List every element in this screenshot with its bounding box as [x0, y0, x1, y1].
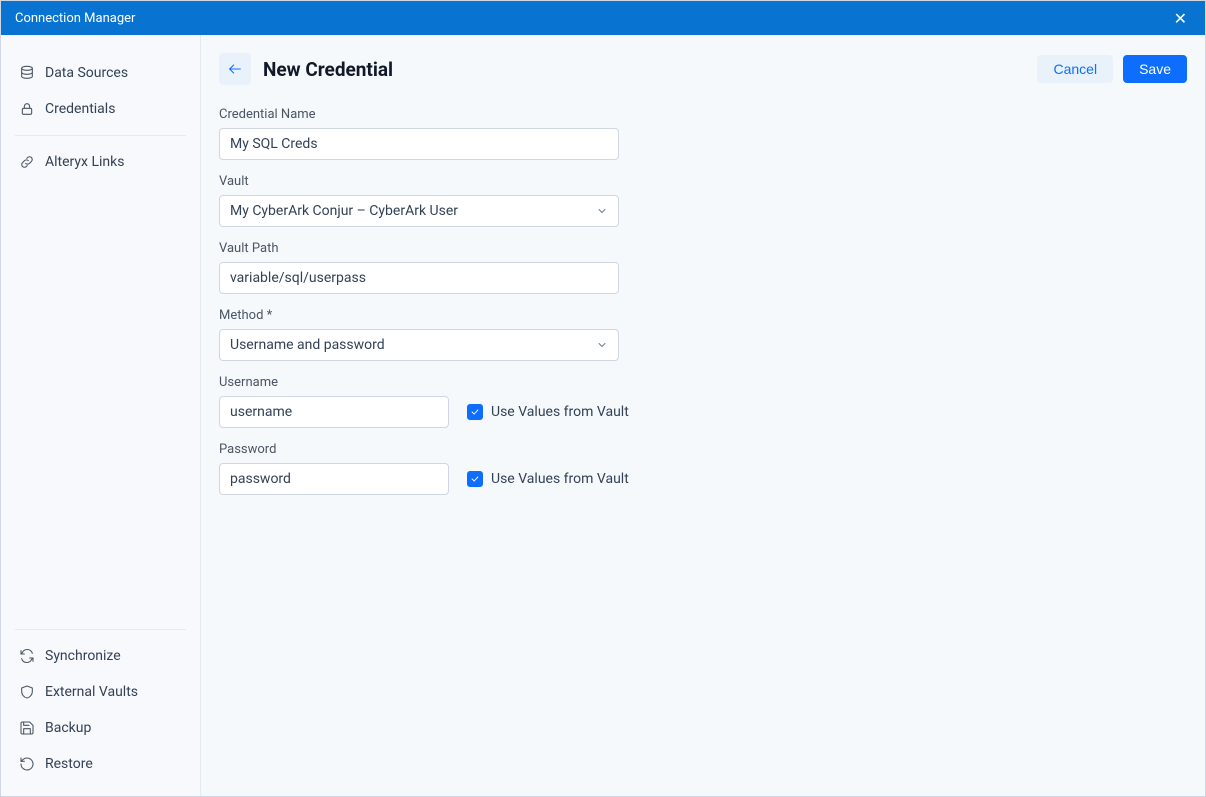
credential-name-label: Credential Name — [219, 107, 839, 122]
field-password: Password Use Values from Vault — [219, 442, 839, 495]
titlebar: Connection Manager ✕ — [1, 1, 1205, 35]
username-input[interactable] — [219, 396, 449, 428]
window-title: Connection Manager — [15, 11, 135, 26]
sidebar-item-label: Synchronize — [45, 648, 121, 664]
sidebar: Data Sources Credentials Alteryx Links S… — [1, 35, 201, 796]
sidebar-item-backup[interactable]: Backup — [1, 710, 200, 746]
shield-icon — [19, 684, 35, 700]
page-title: New Credential — [263, 58, 393, 81]
password-label: Password — [219, 442, 839, 457]
save-icon — [19, 720, 35, 736]
chevron-down-icon — [596, 205, 608, 217]
check-icon — [470, 474, 480, 484]
sidebar-bottom: Synchronize External Vaults Backup Resto… — [1, 621, 200, 796]
credential-form: Credential Name Vault My CyberArk Conjur… — [219, 107, 839, 495]
sync-icon — [19, 648, 35, 664]
vault-select-value: My CyberArk Conjur – CyberArk User — [230, 203, 458, 219]
restore-icon — [19, 756, 35, 772]
method-select[interactable]: Username and password — [219, 329, 619, 361]
lock-icon — [19, 101, 35, 117]
field-username: Username Use Values from Vault — [219, 375, 839, 428]
sidebar-item-label: Backup — [45, 720, 91, 736]
sidebar-top: Data Sources Credentials Alteryx Links — [1, 55, 200, 621]
vault-label: Vault — [219, 174, 839, 189]
link-icon — [19, 154, 35, 170]
main-panel: New Credential Cancel Save Credential Na… — [201, 35, 1205, 796]
header-actions: Cancel Save — [1037, 55, 1187, 83]
method-select-value: Username and password — [230, 337, 385, 353]
window-body: Data Sources Credentials Alteryx Links S… — [1, 35, 1205, 796]
sidebar-item-external-vaults[interactable]: External Vaults — [1, 674, 200, 710]
sidebar-item-synchronize[interactable]: Synchronize — [1, 638, 200, 674]
page-header: New Credential Cancel Save — [219, 53, 1187, 85]
password-row: Use Values from Vault — [219, 463, 839, 495]
username-vault-checkbox[interactable] — [467, 404, 483, 420]
field-vault-path: Vault Path — [219, 241, 839, 294]
sidebar-item-label: Credentials — [45, 101, 115, 117]
password-vault-checkbox-group: Use Values from Vault — [467, 471, 629, 487]
vault-path-input[interactable] — [219, 262, 619, 294]
sidebar-item-credentials[interactable]: Credentials — [1, 91, 200, 127]
sidebar-separator — [15, 629, 186, 630]
database-icon — [19, 65, 35, 81]
password-vault-checkbox[interactable] — [467, 471, 483, 487]
username-label: Username — [219, 375, 839, 390]
credential-name-input[interactable] — [219, 128, 619, 160]
sidebar-item-restore[interactable]: Restore — [1, 746, 200, 782]
window-root: Connection Manager ✕ Data Sources Creden… — [0, 0, 1206, 797]
method-label: Method * — [219, 308, 839, 323]
field-method: Method * Username and password — [219, 308, 839, 361]
sidebar-item-label: Alteryx Links — [45, 154, 124, 170]
username-vault-checkbox-label: Use Values from Vault — [491, 404, 629, 420]
arrow-left-icon — [227, 61, 243, 77]
sidebar-separator — [15, 135, 186, 136]
username-vault-checkbox-group: Use Values from Vault — [467, 404, 629, 420]
field-credential-name: Credential Name — [219, 107, 839, 160]
header-left: New Credential — [219, 53, 393, 85]
username-row: Use Values from Vault — [219, 396, 839, 428]
check-icon — [470, 407, 480, 417]
field-vault: Vault My CyberArk Conjur – CyberArk User — [219, 174, 839, 227]
password-input[interactable] — [219, 463, 449, 495]
sidebar-item-label: Restore — [45, 756, 93, 772]
chevron-down-icon — [596, 339, 608, 351]
vault-path-label: Vault Path — [219, 241, 839, 256]
save-button[interactable]: Save — [1123, 55, 1187, 83]
password-vault-checkbox-label: Use Values from Vault — [491, 471, 629, 487]
sidebar-item-label: External Vaults — [45, 684, 138, 700]
sidebar-item-label: Data Sources — [45, 65, 128, 81]
back-button[interactable] — [219, 53, 251, 85]
close-icon[interactable]: ✕ — [1170, 7, 1191, 30]
cancel-button[interactable]: Cancel — [1037, 55, 1113, 83]
vault-select[interactable]: My CyberArk Conjur – CyberArk User — [219, 195, 619, 227]
sidebar-item-data-sources[interactable]: Data Sources — [1, 55, 200, 91]
sidebar-item-alteryx-links[interactable]: Alteryx Links — [1, 144, 200, 180]
